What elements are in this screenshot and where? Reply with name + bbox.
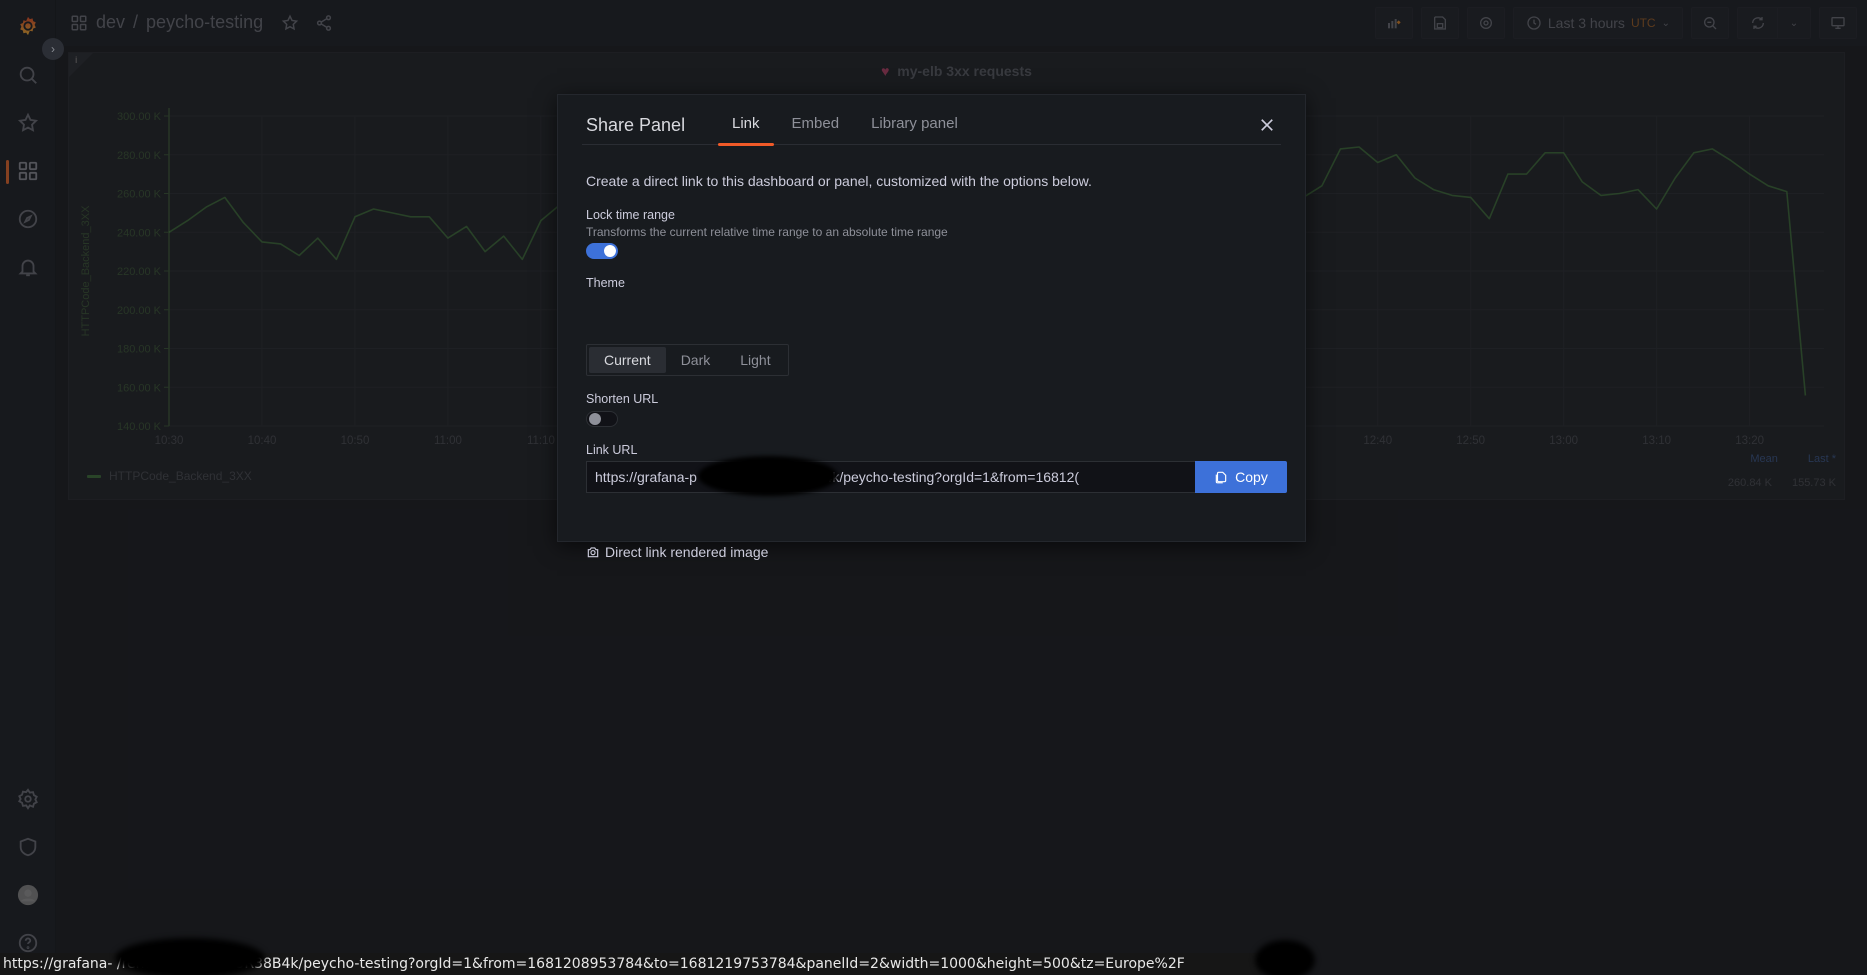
- copy-icon: [1215, 471, 1227, 484]
- shorten-url-toggle[interactable]: [586, 411, 618, 427]
- shorten-url-label: Shorten URL: [586, 392, 659, 406]
- copy-label: Copy: [1235, 469, 1268, 485]
- redaction-mark: [698, 456, 838, 496]
- tab-link[interactable]: Link: [716, 115, 776, 146]
- lock-time-range-label: Lock time range: [586, 208, 675, 222]
- chevron-right-icon: ›: [51, 42, 55, 56]
- tab-embed[interactable]: Embed: [776, 115, 856, 145]
- modal-title: Share Panel: [586, 115, 686, 135]
- theme-label: Theme: [586, 276, 625, 290]
- link-url-input[interactable]: [586, 461, 1195, 493]
- modal-header: Share Panel Link Embed Library panel: [582, 95, 1281, 146]
- expand-sidebar-button[interactable]: ›: [42, 38, 64, 60]
- tab-library-panel[interactable]: Library panel: [855, 115, 974, 145]
- link-url-label: Link URL: [586, 443, 638, 457]
- theme-radio-group: Current Dark Light: [586, 344, 789, 376]
- share-description: Create a direct link to this dashboard o…: [586, 173, 1092, 189]
- redaction-mark: [1255, 940, 1315, 975]
- copy-button[interactable]: Copy: [1195, 461, 1287, 493]
- lock-time-range-description: Transforms the current relative time ran…: [586, 225, 948, 239]
- camera-icon: [587, 547, 599, 558]
- render-link-label: Direct link rendered image: [605, 544, 769, 560]
- link-url-wrapper: [586, 456, 1195, 496]
- toggle-knob: [604, 245, 616, 257]
- share-panel-modal: Share Panel Link Embed Library panel Cre…: [557, 94, 1306, 560]
- redaction-mark: [115, 938, 265, 975]
- modal-tabs: Link Embed Library panel: [716, 115, 974, 146]
- theme-option-dark[interactable]: Dark: [666, 347, 726, 373]
- close-icon: [1261, 119, 1273, 131]
- theme-option-current[interactable]: Current: [589, 347, 666, 373]
- link-url-row: Copy: [586, 456, 1287, 496]
- theme-option-light[interactable]: Light: [725, 347, 785, 373]
- close-button[interactable]: [1255, 113, 1279, 137]
- grafana-app: › dev / peycho-testing Last 3 hours UTC …: [0, 0, 1867, 975]
- toggle-knob: [589, 413, 601, 425]
- direct-link-rendered-image[interactable]: Direct link rendered image: [586, 544, 768, 560]
- lock-time-range-toggle[interactable]: [586, 243, 618, 259]
